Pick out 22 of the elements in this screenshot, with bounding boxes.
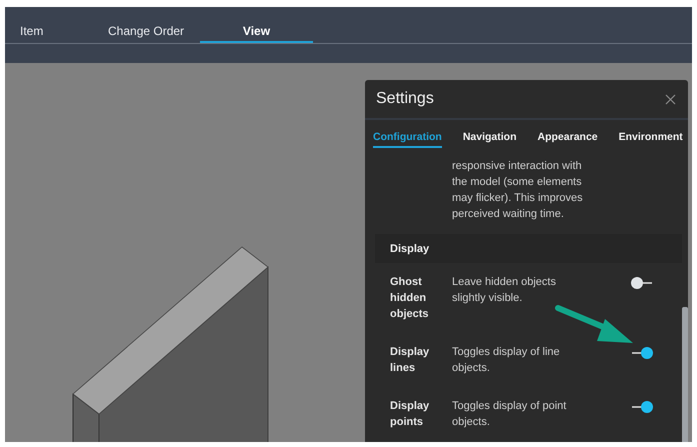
toggle-switch[interactable] <box>630 276 654 290</box>
settings-tab[interactable]: Navigation <box>462 124 517 148</box>
section-header: Display <box>375 234 682 263</box>
option-description: Toggles display of line objects. <box>452 345 561 376</box>
option-label: Display lines <box>390 345 430 376</box>
description-text: responsive interaction with the model (some elements may flicker). This improves perceived waiting time. <box>452 159 584 222</box>
option-description: Leave hidden objects slightly visible. <box>452 275 557 306</box>
settings-tab[interactable]: Configuration <box>373 124 442 148</box>
option-label: Ghost hidden objects <box>390 275 430 322</box>
option-description: Toggles display of point objects. <box>452 399 568 430</box>
scrollbar-thumb[interactable] <box>682 307 688 442</box>
top-tab[interactable]: Item <box>5 20 108 43</box>
toggle-switch[interactable] <box>630 346 654 360</box>
panel-title: Settings <box>376 90 434 108</box>
close-icon[interactable] <box>665 94 676 104</box>
toggle-switch[interactable] <box>630 400 654 414</box>
arrow-icon <box>555 303 635 345</box>
settings-tab[interactable]: Appearance <box>538 124 598 148</box>
top-tab[interactable]: View <box>200 20 313 43</box>
settings-tab[interactable]: Environment <box>618 124 683 148</box>
option-label: Display points <box>390 399 430 430</box>
top-tab[interactable]: Change Order <box>108 20 200 43</box>
